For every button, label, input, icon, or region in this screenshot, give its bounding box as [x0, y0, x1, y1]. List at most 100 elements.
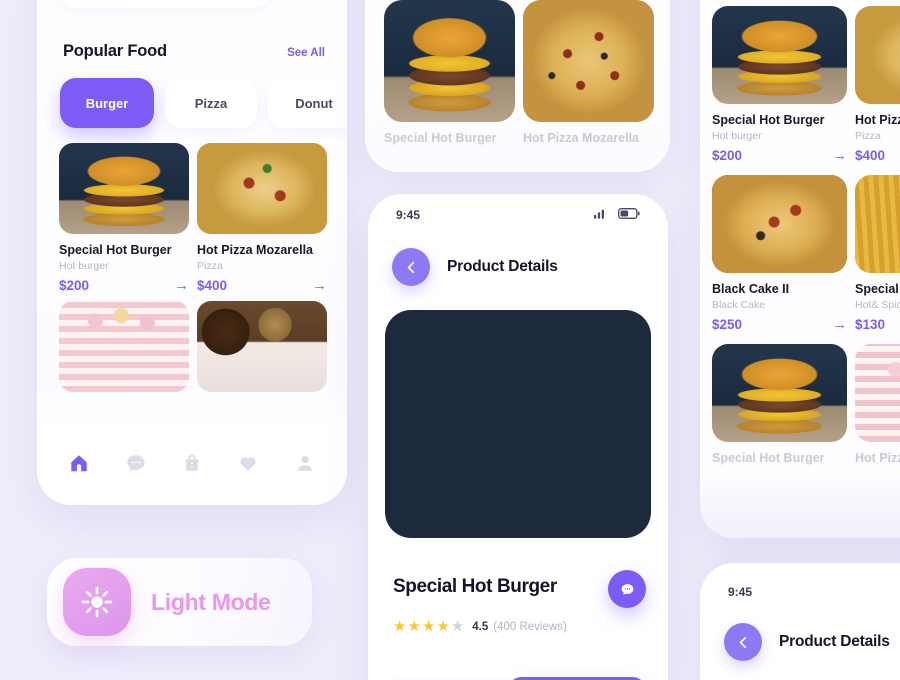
product-thumbnail	[523, 0, 654, 122]
product-card[interactable]: Hot Pizza Pizza $400	[855, 6, 900, 163]
popular-food-header: Popular Food See All	[63, 42, 325, 61]
battery-icon	[618, 206, 640, 224]
star-icon-empty: ★	[450, 618, 465, 635]
see-all-link[interactable]: See All	[287, 47, 325, 59]
chat-icon[interactable]	[125, 452, 147, 474]
light-mode-toggle-card[interactable]: Light Mode	[47, 558, 312, 646]
status-time: 9:45	[396, 208, 421, 222]
arrow-right-icon[interactable]: →	[832, 317, 847, 332]
back-button[interactable]	[724, 623, 762, 661]
product-category: Hot& Spicy	[855, 299, 900, 311]
product-card[interactable]: Special Hot Burger Hot burger $200 →	[712, 6, 847, 163]
sun-icon	[63, 568, 131, 636]
product-category: Black Cake	[712, 299, 766, 311]
home-screen-panel: Popular Food See All Burger Pizza Donut …	[37, 0, 347, 505]
product-card[interactable]: Hot Pizza Mozarella Pizza $400 →	[197, 143, 327, 293]
product-category: Pizza	[197, 260, 223, 272]
product-name: Special Hot Burger	[384, 131, 497, 145]
product-price: $250	[712, 317, 743, 332]
product-price: $200	[712, 148, 743, 163]
product-category: Pizza	[855, 130, 881, 142]
profile-icon[interactable]	[294, 452, 316, 474]
search-card-partial[interactable]	[60, 0, 270, 8]
scroll-fade-overlay	[37, 389, 347, 435]
bottom-tab-bar	[37, 433, 347, 505]
product-card[interactable]: Black Cake II Black Cake $250 →	[712, 175, 847, 332]
light-mode-label: Light Mode	[151, 588, 271, 615]
product-name: Hot Pizza Mozarella	[197, 243, 313, 257]
center-top-product-grid: $200 → Special Hot Burger $400 → Hot Piz…	[384, 0, 654, 145]
arrow-right-icon[interactable]: →	[832, 148, 847, 163]
product-card[interactable]	[59, 301, 189, 392]
product-price: $130	[855, 317, 886, 332]
review-count: (400 Reviews)	[493, 620, 567, 633]
category-chip-list: Burger Pizza Donut	[60, 78, 347, 128]
product-thumbnail	[197, 143, 327, 234]
signal-bars-icon	[594, 206, 608, 224]
product-price: $400	[855, 148, 886, 163]
details-header: Product Details	[724, 623, 890, 661]
product-grid: Special Hot Burger Hot burger $200 → Hot…	[59, 143, 327, 392]
product-name: Black Cake II	[712, 282, 790, 296]
rating-value: 4.5	[472, 620, 489, 633]
category-chip-pizza[interactable]: Pizza	[165, 78, 257, 128]
details-title: Product Details	[447, 258, 558, 275]
right-list-panel: Special Hot Burger Hot burger $200 → Hot…	[700, 0, 900, 538]
product-hero-image	[385, 310, 651, 538]
page-title: Popular Food	[63, 42, 167, 60]
product-name: Special Hot Burger	[59, 243, 172, 257]
product-card[interactable]: Special Hot Burger Hot burger $200 →	[59, 143, 189, 293]
details-title: Product Details	[779, 633, 890, 650]
product-card[interactable]: Special H Hot& Spicy $130	[855, 175, 900, 332]
product-category: Hot burger	[712, 130, 762, 142]
product-thumbnail	[59, 301, 189, 392]
product-thumbnail	[855, 344, 900, 442]
product-name: Hot Pizza	[855, 113, 900, 127]
star-icon: ★	[421, 618, 436, 635]
product-price: $400	[197, 278, 228, 293]
status-bar: 9:45	[368, 194, 668, 236]
product-card[interactable]: $200 → Special Hot Burger	[384, 0, 515, 145]
star-icon: ★	[393, 618, 407, 635]
back-button[interactable]	[392, 248, 430, 286]
right-product-details-panel: 9:45 Product Details	[700, 563, 900, 680]
star-icon: ★	[407, 618, 421, 635]
arrow-right-icon[interactable]: →	[312, 278, 327, 293]
center-top-list-panel: $200 → Special Hot Burger $400 → Hot Piz…	[365, 0, 670, 172]
product-card[interactable]	[197, 301, 327, 392]
home-icon[interactable]	[68, 452, 90, 474]
product-thumbnail	[384, 0, 515, 122]
rating-row: ★ ★ ★ ★ ★ 4.5 (400 Reviews)	[393, 619, 567, 634]
detail-product-name: Special Hot Burger	[393, 576, 557, 597]
cta-row	[388, 676, 648, 680]
product-thumbnail	[712, 175, 847, 273]
product-name: Special H	[855, 282, 900, 296]
chat-bubble-icon[interactable]	[608, 570, 646, 608]
product-name: Special Hot Burger	[712, 451, 825, 465]
product-thumbnail	[855, 6, 900, 104]
category-chip-burger[interactable]: Burger	[60, 78, 154, 128]
product-name: Hot Pizza	[855, 451, 900, 465]
product-card[interactable]: $400 → Hot Pizza Mozarella	[523, 0, 654, 145]
star-rating: ★ ★ ★ ★ ★	[393, 619, 464, 634]
product-details-panel: 9:45 Product Details Special Hot Burger …	[368, 194, 668, 680]
star-icon: ★	[436, 618, 450, 635]
product-card[interactable]: Hot Pizza	[855, 344, 900, 465]
product-thumbnail	[712, 344, 847, 442]
right-product-grid: Special Hot Burger Hot burger $200 → Hot…	[712, 6, 900, 465]
app-showcase-canvas: Popular Food See All Burger Pizza Donut …	[0, 0, 900, 680]
product-name: Special Hot Burger	[712, 113, 825, 127]
category-chip-donut[interactable]: Donut	[268, 78, 347, 128]
product-thumbnail	[59, 143, 189, 234]
product-price: $200	[59, 278, 90, 293]
scroll-fade-overlay	[700, 478, 900, 538]
product-thumbnail	[712, 6, 847, 104]
details-header: Product Details	[392, 248, 558, 286]
arrow-right-icon[interactable]: →	[174, 278, 189, 293]
heart-icon[interactable]	[237, 452, 259, 474]
bag-icon[interactable]	[181, 452, 203, 474]
product-card[interactable]: Special Hot Burger	[712, 344, 847, 465]
product-thumbnail	[197, 301, 327, 392]
product-name: Hot Pizza Mozarella	[523, 131, 639, 145]
product-thumbnail	[855, 175, 900, 273]
